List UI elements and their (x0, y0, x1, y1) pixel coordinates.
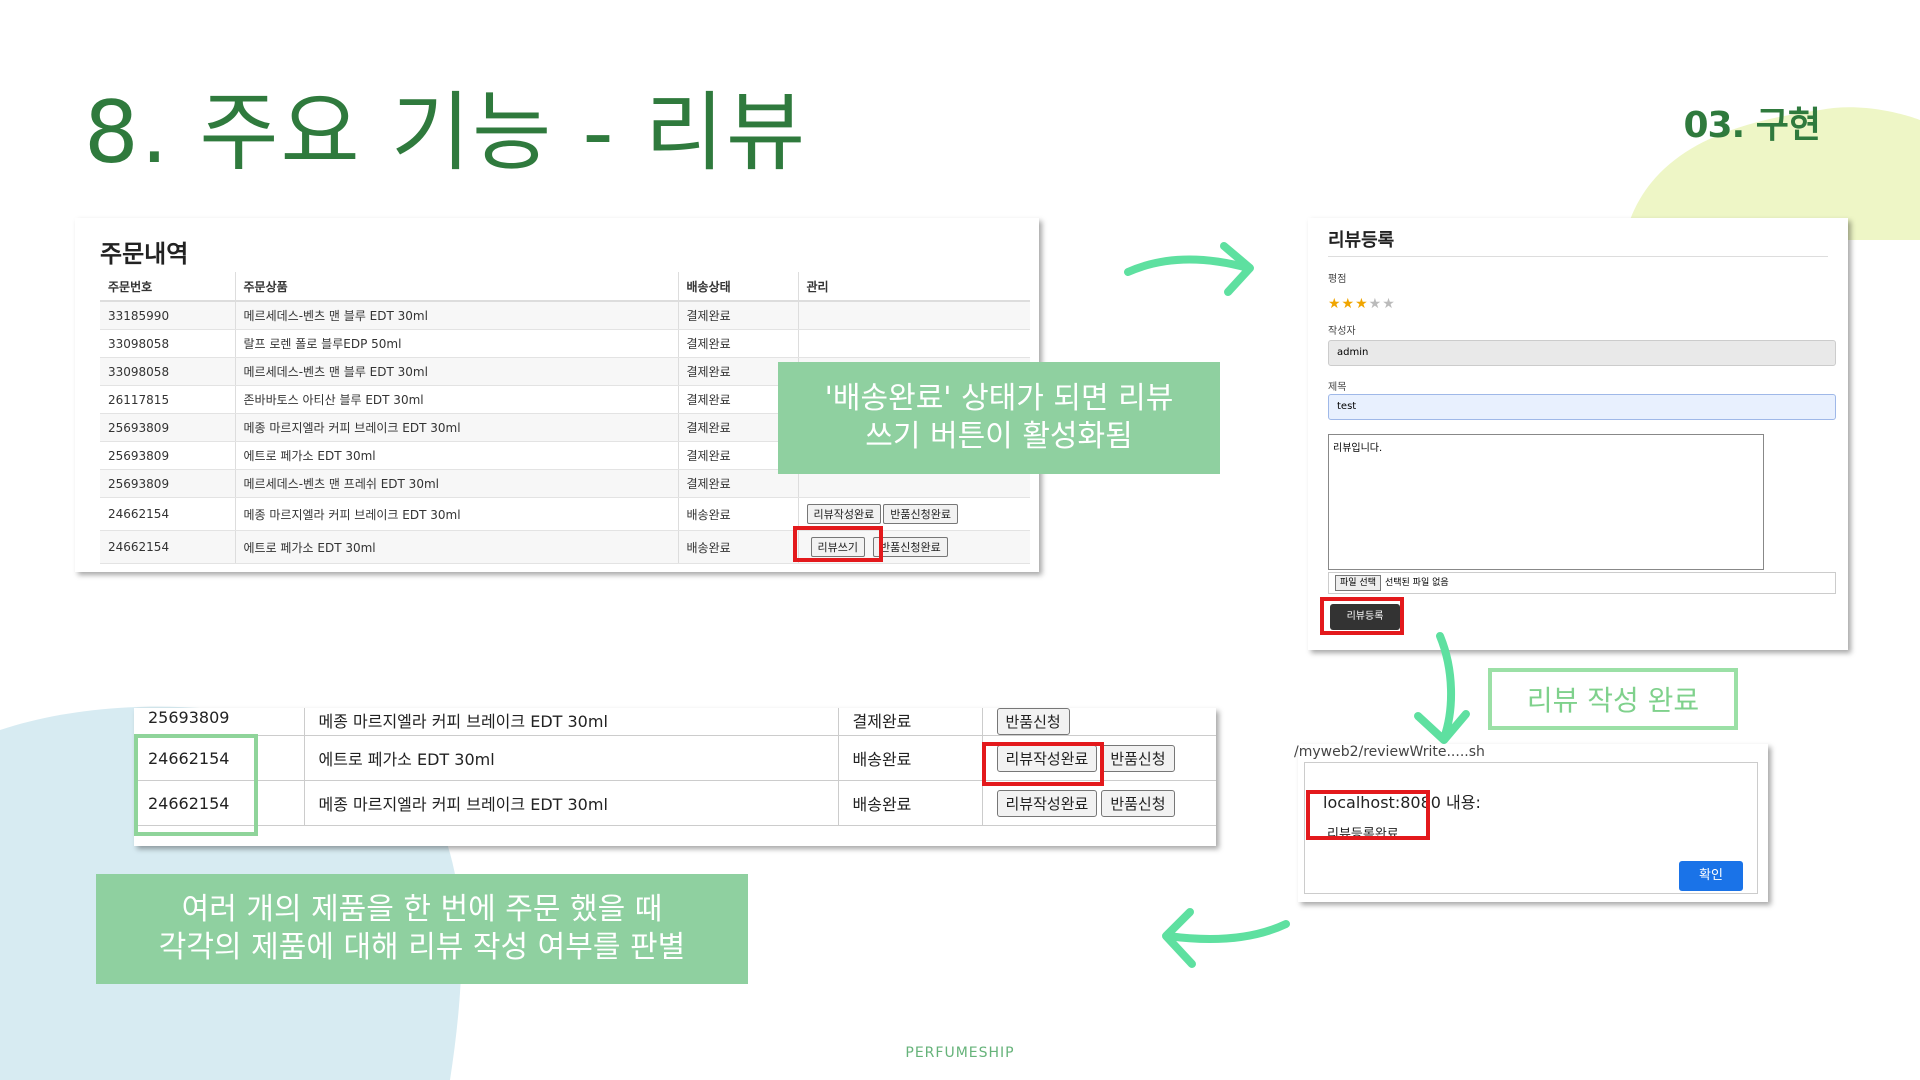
order-actions (798, 301, 1030, 330)
rating-label: 평점 (1328, 274, 1347, 285)
order-actions: 반품신청 (982, 708, 1216, 736)
order-product: 메르세데스-벤츠 맨 블루 EDT 30ml (235, 357, 679, 386)
order-id: 25693809 (100, 413, 236, 442)
return-done-button[interactable]: 반품신청완료 (872, 537, 948, 557)
order-id: 24662154 (100, 530, 236, 564)
order-id: 25693809 (100, 441, 236, 470)
highlight-submit-review (1320, 597, 1404, 635)
content-textarea[interactable]: 리뷰입니다. (1328, 434, 1764, 570)
note-review-activation: '배송완료' 상태가 되면 리뷰 쓰기 버튼이 활성화됨 (778, 362, 1220, 474)
file-status: 선택된 파일 없음 (1384, 578, 1449, 588)
col-product: 주문상품 (235, 272, 679, 302)
order-product: 메르세데스-벤츠 맨 프레쉬 EDT 30ml (235, 469, 679, 498)
footer-brand: PERFUMESHIP (905, 1045, 1015, 1061)
return-request-button[interactable]: 반품신청 (1101, 744, 1175, 772)
review-form-panel: 리뷰등록 평점 ★★★★★ 작성자 admin 제목 test 리뷰입니다. 파… (1308, 218, 1848, 650)
col-order-no: 주문번호 (100, 272, 236, 302)
order-status: 결제완료 (678, 301, 799, 330)
section-label: 03. 구현 (1683, 105, 1821, 146)
arrow-left-icon (1162, 908, 1290, 968)
subject-input[interactable]: test (1328, 394, 1836, 420)
table-row: 25693809 메종 마르지엘라 커피 브레이크 EDT 30ml 결제완료 반품신… (134, 708, 1216, 736)
alert-url: /myweb2/reviewWrite.....sh (1294, 744, 1485, 760)
order-product: 메르세데스-벤츠 맨 블루 EDT 30ml (235, 301, 679, 330)
order-product: 에트로 페가소 EDT 30ml (304, 735, 839, 781)
order-status: 결제완료 (678, 329, 799, 358)
col-status: 배송상태 (678, 272, 799, 302)
col-manage: 관리 (798, 272, 1030, 302)
order-product: 존바바토스 아티산 블루 EDT 30ml (235, 385, 679, 414)
note-multiple-products: 여러 개의 제품을 한 번에 주문 했을 때 각각의 제품에 대해 리뷰 작성 … (96, 874, 748, 984)
star-empty-icon[interactable]: ★★ (1369, 296, 1396, 312)
order-id: 33098058 (100, 329, 236, 358)
author-label: 작성자 (1328, 326, 1356, 337)
order-status: 배송완료 (678, 497, 799, 531)
table-row: 33098058 랄프 로렌 폴로 블루EDP 50ml 결제완료 (100, 329, 1030, 358)
order-status: 배송완료 (838, 735, 983, 781)
order-id: 33098058 (100, 357, 236, 386)
order-product: 메종 마르지엘라 커피 브레이크 EDT 30ml (304, 780, 839, 826)
order-history-title: 주문내역 (100, 240, 189, 268)
order-id: 26117815 (100, 385, 236, 414)
note-review-complete: 리뷰 작성 완료 (1488, 668, 1738, 730)
order-product: 에트로 페가소 EDT 30ml (235, 441, 679, 470)
table-row: 33185990 메르세데스-벤츠 맨 블루 EDT 30ml 결제완료 (100, 301, 1030, 330)
review-form-title: 리뷰등록 (1328, 230, 1395, 251)
arrow-right-icon (1124, 242, 1254, 296)
divider (1328, 256, 1828, 257)
review-done-button[interactable]: 리뷰작성완료 (806, 504, 882, 524)
review-done-button[interactable]: 리뷰작성완료 (996, 789, 1098, 817)
table-row: 24662154 메종 마르지엘라 커피 브레이크 EDT 30ml 배송완료 리뷰작… (100, 497, 1030, 531)
order-id: 25693809 (100, 469, 236, 498)
highlight-alert-message (1306, 790, 1430, 840)
order-product: 메종 마르지엘라 커피 브레이크 EDT 30ml (304, 708, 839, 736)
order-id: 24662154 (100, 497, 236, 531)
author-field: admin (1328, 340, 1836, 366)
return-request-button[interactable]: 반품신청 (1101, 789, 1175, 817)
table-row: 24662154 에트로 페가소 EDT 30ml 배송완료 리뷰쓰기 반품신청완료 (100, 530, 1030, 564)
table-header-row: 주문번호 주문상품 배송상태 관리 (100, 272, 1030, 302)
order-id: 25693809 (134, 708, 305, 736)
star-icon[interactable]: ★★★ (1328, 296, 1369, 312)
return-done-button[interactable]: 반품신청완료 (883, 504, 958, 524)
order-product: 메종 마르지엘라 커피 브레이크 EDT 30ml (235, 413, 679, 442)
order-actions (798, 329, 1030, 358)
slide-title: 8. 주요 기능 - 리뷰 (84, 83, 808, 183)
order-id: 33185990 (100, 301, 236, 330)
highlight-review-done (982, 742, 1104, 786)
highlight-order-ids (134, 734, 258, 836)
order-product: 메종 마르지엘라 커피 브레이크 EDT 30ml (235, 497, 679, 531)
order-product: 랄프 로렌 폴로 블루EDP 50ml (235, 329, 679, 358)
order-status: 배송완료 (678, 530, 799, 564)
return-request-button[interactable]: 반품신청 (996, 708, 1070, 735)
order-actions: 리뷰작성완료 반품신청 (982, 780, 1216, 826)
highlight-write-review (793, 526, 883, 562)
order-status: 배송완료 (838, 780, 983, 826)
table-row: 24662154 메종 마르지엘라 커피 브레이크 EDT 30ml 배송완료 리뷰작… (134, 780, 1216, 826)
rating-stars[interactable]: ★★★★★ (1328, 296, 1396, 312)
file-select-button[interactable]: 파일 선택 (1335, 575, 1381, 591)
subject-label: 제목 (1328, 382, 1347, 393)
file-input[interactable]: 파일 선택 선택된 파일 없음 (1328, 572, 1836, 594)
order-product: 에트로 페가소 EDT 30ml (235, 530, 679, 564)
arrow-down-icon (1414, 632, 1470, 744)
order-status: 결제완료 (838, 708, 983, 736)
ok-button[interactable]: 확인 (1679, 861, 1743, 891)
